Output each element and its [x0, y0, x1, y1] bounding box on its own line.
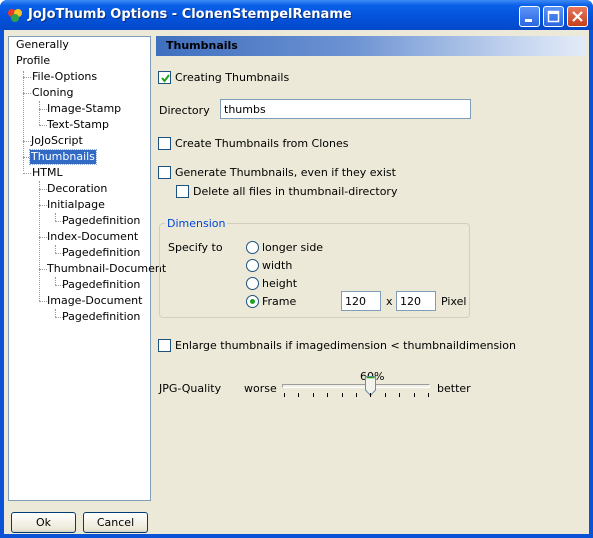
close-icon: [572, 11, 583, 22]
panel-title: Thumbnails: [166, 39, 238, 52]
slider-tick: [399, 393, 401, 397]
slider-tick: [284, 393, 285, 397]
radio-longer-side[interactable]: [246, 241, 259, 254]
specify-label: Specify to: [168, 241, 223, 254]
tree-connector: [23, 93, 31, 94]
slider-tick: [428, 393, 429, 397]
tree-connector: [23, 173, 31, 174]
options-window: JoJoThumb Options - ClonenStempelRename: [0, 0, 593, 538]
radio-frame-label[interactable]: Frame: [262, 295, 296, 308]
quality-slider-track[interactable]: [282, 384, 430, 388]
tree-item-pagedefinition[interactable]: Pagedefinition: [61, 246, 141, 260]
tree-item-profile[interactable]: Profile: [15, 54, 51, 68]
slider-tick: [327, 393, 329, 397]
slider-tick: [312, 393, 314, 397]
creating-thumbnails-checkbox[interactable]: [158, 71, 171, 84]
tree-item-file-options[interactable]: File-Options: [31, 70, 98, 84]
tree-connector: [39, 181, 40, 301]
tree-item-pagedefinition[interactable]: Pagedefinition: [61, 214, 141, 228]
tree-connector: [55, 245, 56, 253]
slider-tick: [298, 393, 300, 397]
directory-input[interactable]: [220, 99, 471, 119]
tree-connector: [23, 77, 31, 78]
tree-item-html[interactable]: HTML: [31, 166, 64, 180]
tree-item-thumbnails[interactable]: Thumbnails: [29, 149, 97, 165]
directory-label: Directory: [159, 104, 210, 117]
radio-selected-dot: [250, 299, 255, 304]
quality-min-label: worse: [244, 382, 277, 395]
delete-all-label[interactable]: Delete all files in thumbnail-directory: [193, 185, 397, 198]
radio-width[interactable]: [246, 259, 259, 272]
window-title: JoJoThumb Options - ClonenStempelRename: [28, 7, 352, 22]
frame-separator: x: [386, 295, 393, 308]
tree-item-image-document[interactable]: Image-Document: [46, 294, 143, 308]
radio-longer-side-label[interactable]: longer side: [262, 241, 323, 254]
enlarge-label[interactable]: Enlarge thumbnails if imagedimension < t…: [175, 339, 516, 352]
slider-tick: [341, 393, 343, 397]
radio-frame[interactable]: [246, 295, 259, 308]
frame-height-input[interactable]: [396, 291, 436, 311]
minimize-button[interactable]: [519, 6, 540, 27]
tree-item-image-stamp[interactable]: Image-Stamp: [46, 102, 122, 116]
title-bar[interactable]: JoJoThumb Options - ClonenStempelRename: [0, 0, 593, 30]
dialog-body: Generally Profile File-Options Cloning I…: [4, 30, 589, 534]
tree-item-initialpage[interactable]: Initialpage: [46, 198, 106, 212]
ok-button[interactable]: Ok: [11, 512, 76, 533]
radio-height[interactable]: [246, 277, 259, 290]
creating-thumbnails-label[interactable]: Creating Thumbnails: [175, 71, 289, 84]
radio-height-label[interactable]: height: [262, 277, 297, 290]
close-button[interactable]: [567, 6, 588, 27]
slider-tick: [370, 393, 372, 397]
frame-unit-label: Pixel: [441, 295, 467, 308]
minimize-icon: [525, 19, 532, 22]
slider-tick: [384, 393, 386, 397]
from-clones-label[interactable]: Create Thumbnails from Clones: [175, 137, 349, 150]
maximize-button[interactable]: [543, 6, 564, 27]
tree-connector: [55, 213, 56, 221]
dimension-title: Dimension: [165, 217, 228, 230]
tree-item-generally[interactable]: Generally: [15, 38, 70, 52]
radio-width-label[interactable]: width: [262, 259, 292, 272]
thumbnails-panel: Thumbnails Creating Thumbnails Directory…: [156, 36, 585, 528]
tree-connector: [39, 101, 40, 125]
tree-item-pagedefinition[interactable]: Pagedefinition: [61, 278, 141, 292]
jpg-quality-label: JPG-Quality: [159, 382, 222, 395]
tree-item-text-stamp[interactable]: Text-Stamp: [46, 118, 110, 132]
quality-max-label: better: [437, 382, 471, 395]
frame-width-input[interactable]: [341, 291, 381, 311]
tree-connector: [55, 309, 56, 317]
tree-connector: [55, 277, 56, 285]
delete-all-checkbox[interactable]: [176, 185, 189, 198]
generate-existing-label[interactable]: Generate Thumbnails, even if they exist: [175, 166, 396, 179]
tree-item-thumbnail-document[interactable]: Thumbnail-Document: [46, 262, 167, 276]
slider-tick: [413, 393, 415, 397]
tree-item-decoration[interactable]: Decoration: [46, 182, 108, 196]
navigation-tree[interactable]: Generally Profile File-Options Cloning I…: [8, 36, 166, 501]
tree-item-jojoscript[interactable]: JoJoScript: [30, 134, 84, 148]
tree-item-cloning[interactable]: Cloning: [31, 86, 74, 100]
app-icon: [8, 9, 22, 22]
panel-header: Thumbnails: [156, 36, 585, 56]
tree-item-pagedefinition[interactable]: Pagedefinition: [61, 310, 141, 324]
enlarge-checkbox[interactable]: [158, 339, 171, 352]
slider-tick: [356, 393, 357, 397]
maximize-icon: [547, 10, 560, 23]
tree-connector: [23, 71, 24, 171]
tree-item-index-document[interactable]: Index-Document: [46, 230, 139, 244]
cancel-button[interactable]: Cancel: [83, 512, 148, 533]
from-clones-checkbox[interactable]: [158, 137, 171, 150]
generate-existing-checkbox[interactable]: [158, 166, 171, 179]
checkmark-icon: [161, 74, 170, 83]
